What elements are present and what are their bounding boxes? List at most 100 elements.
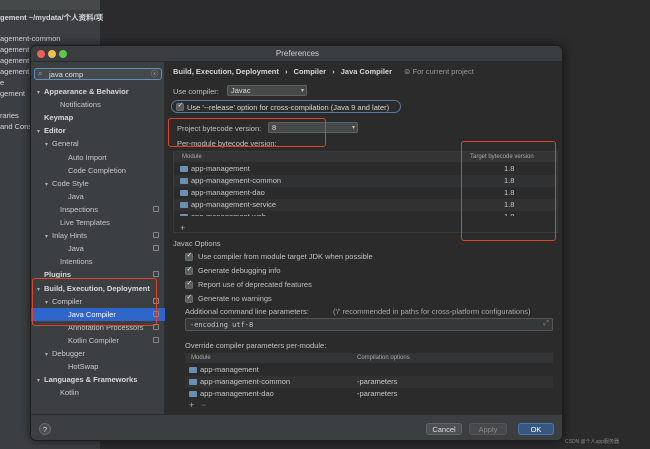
chevron-down-icon: ▾ — [300, 88, 304, 94]
sidebar-item-label: Kotlin Compiler — [68, 335, 119, 345]
sidebar-item-label: Code Style — [52, 178, 89, 188]
sidebar-item[interactable]: Kotlin Compiler — [31, 334, 165, 347]
use-compiler-value: Javac — [231, 86, 251, 95]
sidebar-item[interactable]: ▾ Debugger — [31, 347, 165, 360]
sidebar-item[interactable]: ▾ Editor — [31, 124, 165, 137]
bg-tree-item[interactable]: agement — [0, 67, 29, 76]
bg-tree-item[interactable]: e — [0, 78, 4, 87]
sidebar-item-label: Intentions — [60, 257, 93, 267]
sidebar-item[interactable]: HotSwap — [31, 360, 165, 373]
add-override-button[interactable]: + — [189, 400, 194, 410]
breadcrumb-part: Build, Execution, Deployment — [173, 67, 279, 76]
table-row[interactable]: app-management — [185, 364, 553, 376]
module-name: app-management-dao — [191, 188, 265, 197]
use-compiler-select[interactable]: Javac ▾ — [227, 85, 307, 96]
sidebar-item[interactable]: Keymap — [31, 111, 165, 124]
background-editor: CSDN @个人app服务器 — [563, 0, 650, 449]
expand-icon[interactable]: ⤢ — [543, 320, 549, 328]
table-row[interactable]: app-management-dao -parameters — [185, 388, 553, 400]
project-path-label: gement ~/mydata/个人资料/项 — [0, 13, 104, 22]
sidebar-item-label: Inspections — [60, 204, 98, 214]
params-input[interactable]: -encoding utf-8 ⤢ — [185, 318, 553, 331]
watermark: CSDN @个人app服务器 — [565, 439, 619, 445]
table-header: Module Compilation options — [185, 353, 553, 363]
highlight-target-column — [461, 141, 556, 241]
release-option-label: Use '--release' option for cross-compila… — [187, 103, 390, 112]
params-hint: ('/' recommended in paths for cross-plat… — [333, 307, 531, 316]
sidebar-item[interactable]: Java — [31, 242, 165, 255]
javac-option-checkbox[interactable] — [185, 279, 193, 289]
project-scope-icon — [153, 232, 159, 239]
title-bar: Preferences — [31, 46, 562, 62]
bg-tree-item[interactable]: agement — [0, 56, 29, 65]
ok-button[interactable]: OK — [518, 423, 554, 435]
sidebar-item[interactable]: Live Templates — [31, 216, 165, 229]
add-module-button[interactable]: + — [180, 223, 185, 233]
release-option-row[interactable]: Use '--release' option for cross-compila… — [171, 100, 401, 113]
bg-tree-item[interactable]: gement — [0, 89, 25, 98]
module-icon — [180, 214, 188, 216]
module-icon — [180, 190, 188, 197]
remove-override-button[interactable]: − — [201, 400, 206, 410]
column-header-options: Compilation options — [357, 355, 410, 361]
sidebar-item-label: Live Templates — [60, 218, 110, 227]
dialog-footer: ? Cancel Apply OK — [31, 414, 562, 440]
sidebar-item-label: Languages & Frameworks — [44, 375, 138, 385]
apply-button[interactable]: Apply — [469, 423, 507, 435]
sidebar-item[interactable]: Intentions — [31, 255, 165, 268]
java-compiler-panel: Build, Execution, Deployment › Compiler … — [165, 62, 562, 414]
sidebar-item[interactable]: ▾ Appearance & Behavior — [31, 85, 165, 98]
bg-tree-item[interactable]: raries — [0, 111, 19, 120]
background-toolbar — [0, 0, 100, 10]
sidebar-item[interactable]: Auto Import — [31, 151, 165, 164]
column-header-module: Module — [182, 154, 202, 160]
sidebar-item-label: Code Completion — [68, 165, 126, 175]
sidebar-item[interactable]: Notifications — [31, 98, 165, 111]
bg-tree-item[interactable]: and Cons — [0, 122, 32, 131]
module-icon — [189, 391, 197, 398]
module-name: app-management-web — [191, 212, 266, 216]
highlight-bytecode — [168, 118, 326, 147]
clear-search-icon[interactable]: ⓧ — [151, 69, 158, 79]
sidebar-item-label: Debugger — [52, 349, 85, 358]
sidebar-item[interactable]: ▾ Code Style — [31, 177, 165, 190]
highlight-compiler-tree — [32, 278, 157, 326]
release-option-checkbox[interactable] — [176, 101, 184, 111]
settings-search[interactable]: ⌕ java comp ⓧ — [34, 68, 162, 80]
javac-options-title: Javac Options — [173, 239, 221, 248]
module-name: app-management-service — [191, 200, 277, 209]
sidebar-item[interactable]: ▾ Inlay Hints — [31, 229, 165, 242]
sidebar-item-label: Java — [68, 191, 84, 201]
module-icon — [189, 367, 197, 374]
table-row[interactable]: app-management-common -parameters — [185, 376, 553, 388]
sidebar-item-label: Keymap — [44, 113, 74, 123]
sidebar-item[interactable]: ▾ General — [31, 137, 165, 150]
bg-tree-item[interactable]: agement-common — [0, 34, 60, 43]
sidebar-item[interactable]: Java — [31, 190, 165, 203]
chevron-down-icon: ▾ — [351, 125, 355, 131]
sidebar-item-label: Java — [68, 244, 84, 254]
params-value: -encoding utf-8 — [190, 321, 254, 329]
sidebar-item[interactable]: Inspections — [31, 203, 165, 216]
bg-tree-item[interactable]: agement — [0, 45, 29, 54]
compilation-options[interactable]: -parameters — [357, 388, 397, 400]
module-name: app-management-dao — [200, 389, 274, 398]
sidebar-item-label: Kotlin — [60, 388, 79, 398]
sidebar-item[interactable]: Kotlin — [31, 386, 165, 399]
breadcrumb-part: Compiler — [293, 67, 327, 76]
sidebar-item[interactable]: Code Completion — [31, 164, 165, 177]
module-icon — [189, 379, 197, 386]
cancel-button[interactable]: Cancel — [426, 423, 462, 435]
module-icon — [180, 202, 188, 209]
javac-option-checkbox[interactable] — [185, 251, 193, 261]
javac-option-label: Generate no warnings — [198, 294, 272, 303]
search-icon: ⌕ — [38, 69, 43, 78]
javac-option-label: Report use of deprecated features — [198, 280, 312, 289]
compilation-options[interactable]: -parameters — [357, 376, 397, 388]
sidebar-item[interactable]: ▾ Languages & Frameworks — [31, 373, 165, 386]
sidebar-item-label: General — [52, 139, 79, 149]
search-input[interactable]: java comp — [49, 70, 83, 79]
help-button[interactable]: ? — [39, 423, 51, 435]
javac-option-checkbox[interactable] — [185, 293, 193, 303]
javac-option-checkbox[interactable] — [185, 265, 193, 275]
